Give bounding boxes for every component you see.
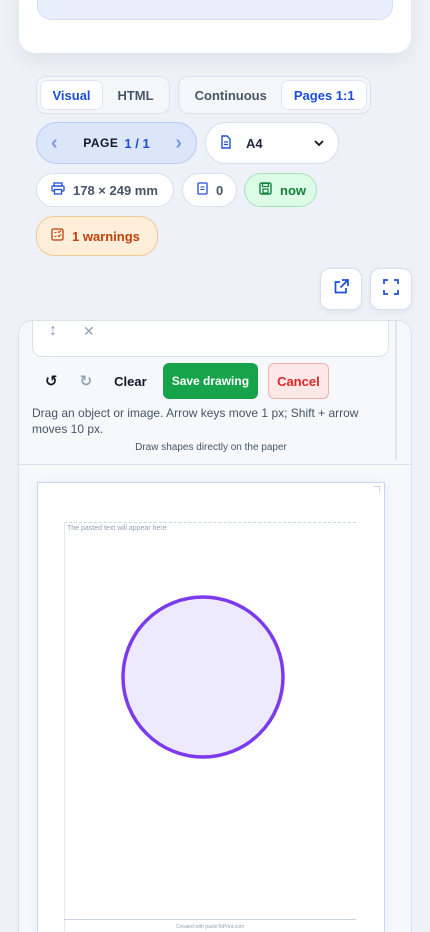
cancel-button[interactable]: Cancel <box>268 363 329 399</box>
view-mode-toggle: Visual HTML <box>36 76 170 114</box>
save-drawing-button[interactable]: Save drawing <box>162 363 259 399</box>
delete-icon[interactable]: ✕ <box>83 323 95 340</box>
object-count-badge: 0 <box>182 173 237 207</box>
warnings-label: 1 warnings <box>72 228 140 244</box>
drawing-hint: Draw shapes directly on the paper <box>135 442 287 453</box>
previous-card-field[interactable]: › <box>37 0 393 20</box>
clear-button[interactable]: Clear <box>108 374 153 389</box>
print-size-value: 178 × 249 mm <box>73 182 158 198</box>
divider <box>19 464 411 465</box>
chevron-down-icon <box>314 136 324 150</box>
warning-list-icon <box>51 228 64 244</box>
warnings-badge[interactable]: 1 warnings <box>36 216 158 256</box>
document-icon <box>197 182 208 198</box>
layout-mode-continuous[interactable]: Continuous <box>182 80 279 110</box>
paper-preview[interactable]: The pasted text will appear here Created… <box>37 482 385 932</box>
paper-footer: Created with pasteToPrint.com <box>175 924 245 930</box>
paper-placeholder: The pasted text will appear here <box>67 525 167 532</box>
drawing-help-text: Drag an object or image. Arrow keys move… <box>32 406 359 436</box>
chevron-right-icon[interactable]: › <box>175 132 182 155</box>
view-mode-visual[interactable]: Visual <box>40 80 103 110</box>
circle-shape[interactable] <box>120 594 286 760</box>
resize-vertical-icon[interactable]: ↕ <box>49 322 57 340</box>
drawing-actions: ↺ ↻ Clear Save drawing Cancel <box>39 363 329 399</box>
page-navigator: ‹ PAGE 1 / 1 › <box>36 122 197 164</box>
undo-icon[interactable]: ↺ <box>39 372 64 390</box>
page-corner-mark <box>374 486 380 492</box>
layout-mode-toggle: Continuous Pages 1:1 <box>178 76 371 114</box>
save-status-value: now <box>280 182 306 198</box>
save-status-badge: now <box>244 173 317 207</box>
printer-icon <box>51 182 65 198</box>
save-icon <box>259 182 272 198</box>
page-value: 1 / 1 <box>124 135 150 151</box>
redo-icon[interactable]: ↻ <box>74 372 99 390</box>
paper-footer-line <box>64 919 356 920</box>
fullscreen-button[interactable] <box>370 268 412 310</box>
open-external-button[interactable] <box>320 268 362 310</box>
document-icon <box>220 134 232 152</box>
layout-mode-pages[interactable]: Pages 1:1 <box>281 80 367 110</box>
print-size-badge: 178 × 249 mm <box>36 173 174 207</box>
fullscreen-icon <box>383 278 399 300</box>
chevron-left-icon[interactable]: ‹ <box>51 132 58 155</box>
shape-toolbar: ↕ ✕ <box>32 321 389 357</box>
paper-size-select[interactable]: A4 <box>205 122 339 164</box>
view-mode-html[interactable]: HTML <box>105 80 166 110</box>
previous-card: › <box>19 0 411 53</box>
external-link-icon <box>333 278 350 300</box>
page-label: PAGE <box>83 136 119 150</box>
object-count-value: 0 <box>216 182 224 198</box>
scrollbar[interactable] <box>395 321 397 461</box>
paper-size-value: A4 <box>246 135 263 151</box>
editor-panel: ↕ ✕ ↺ ↻ Clear Save drawing Cancel Drag a… <box>18 320 412 932</box>
